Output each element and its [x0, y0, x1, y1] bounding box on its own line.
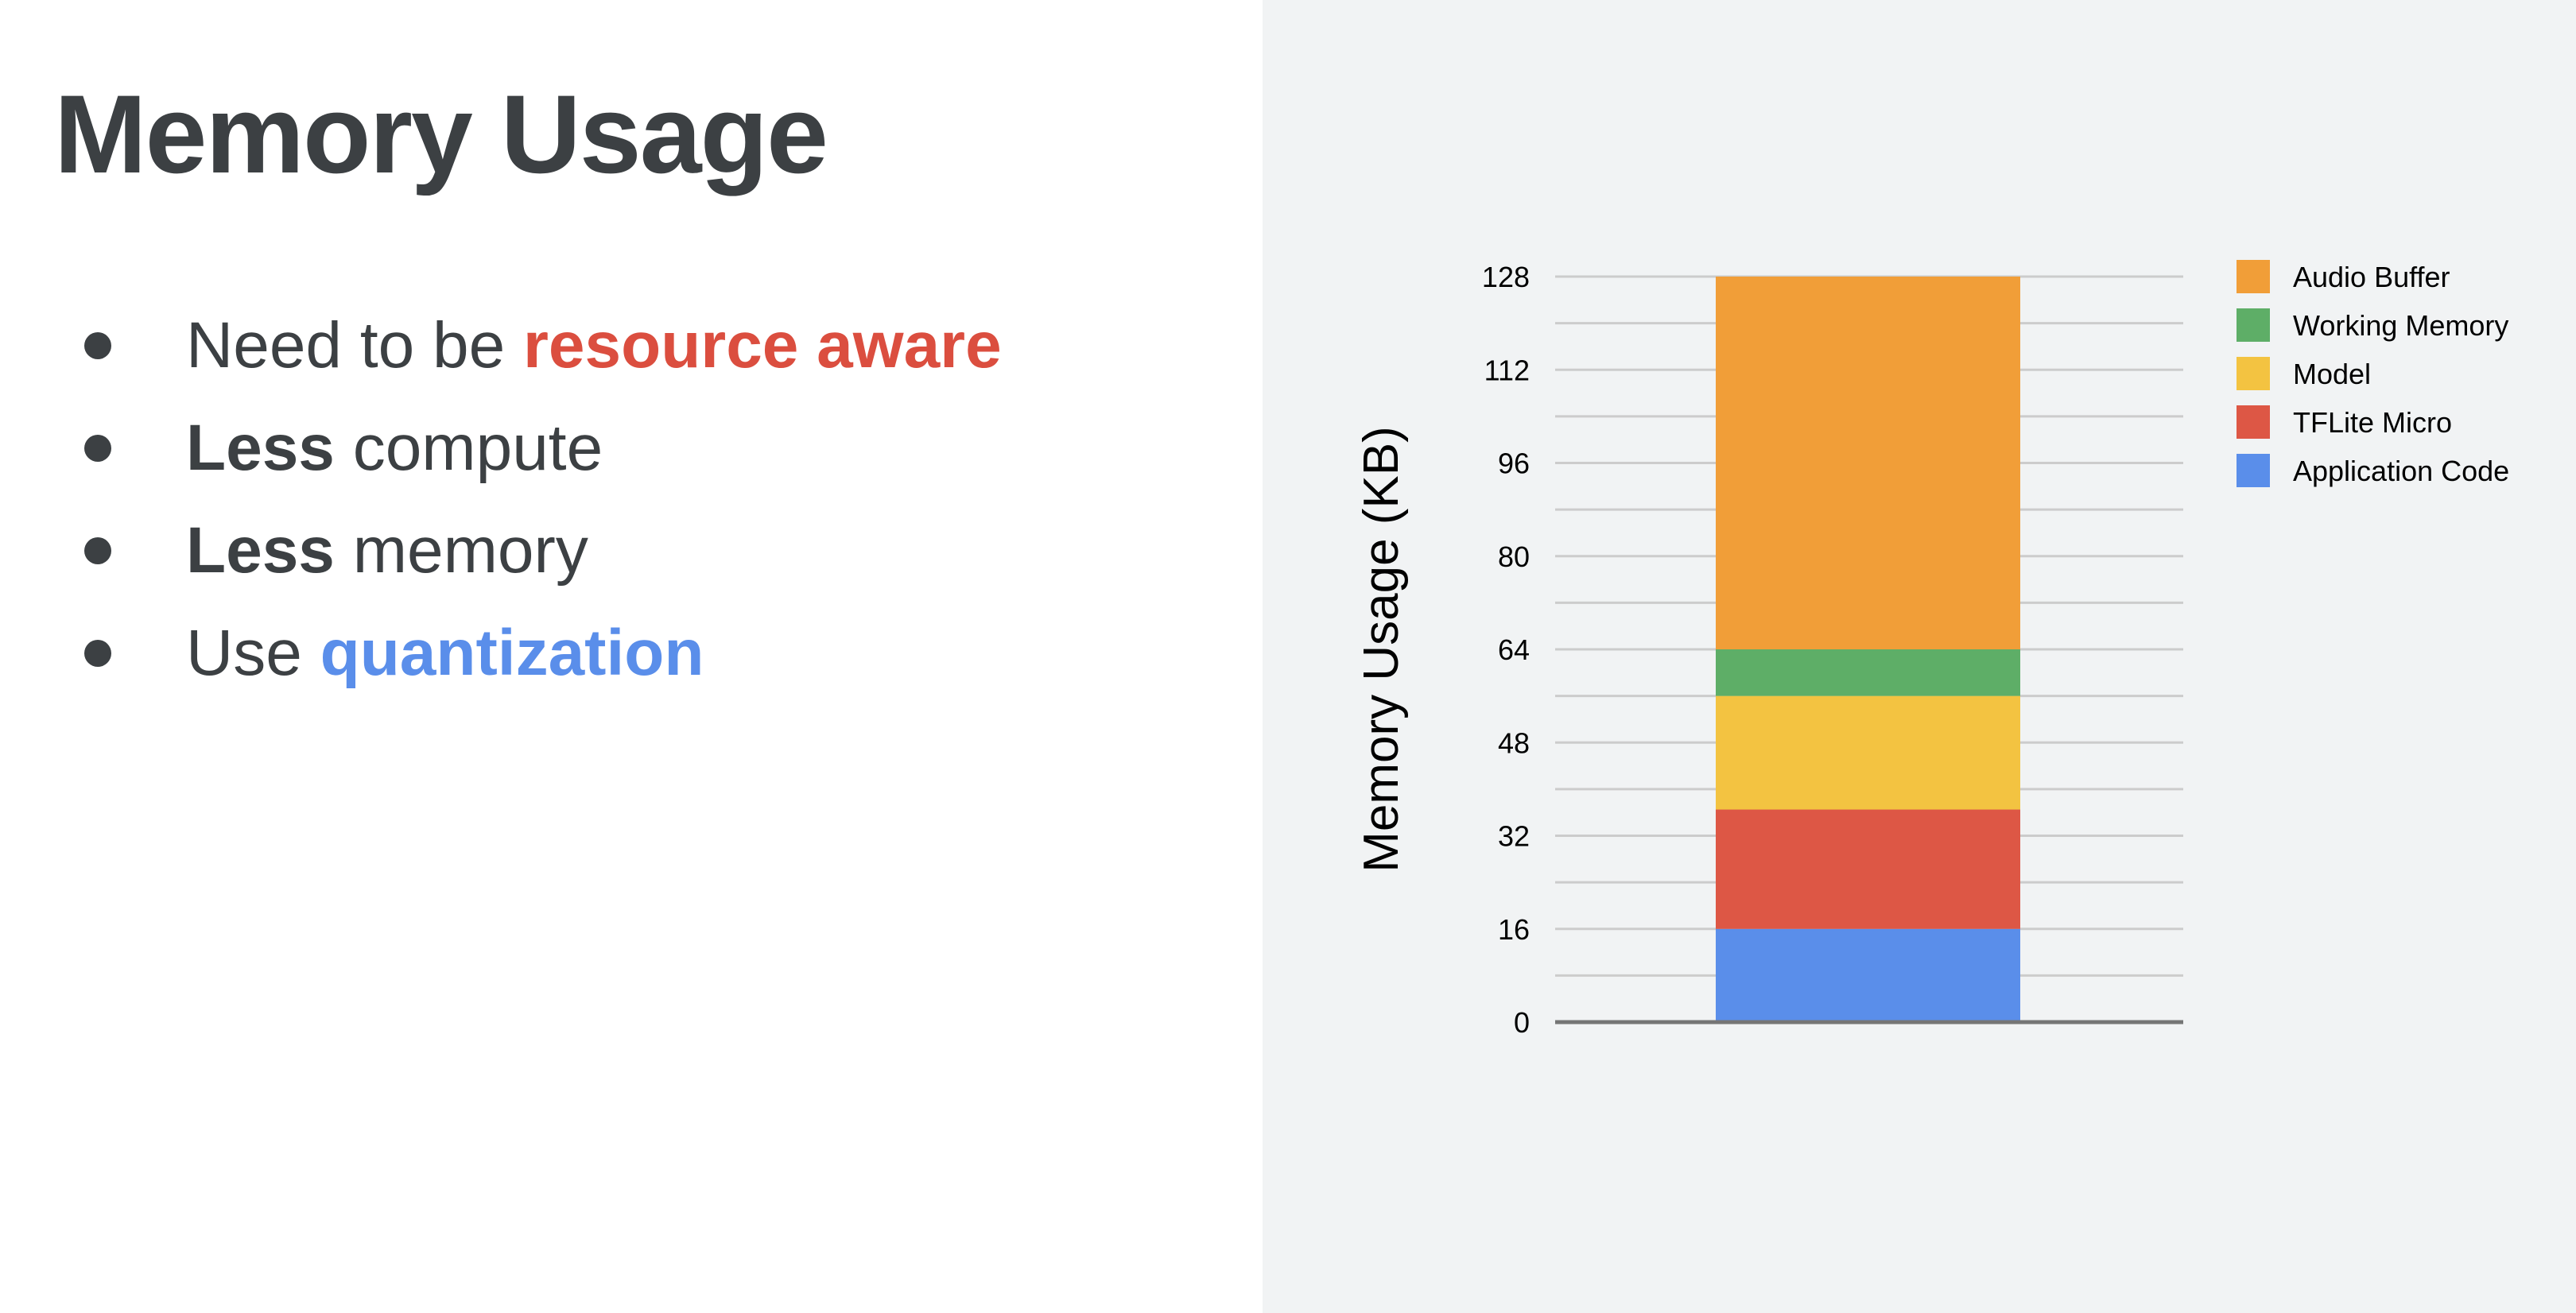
- y-tick-label: 0: [1514, 1006, 1530, 1039]
- bar-segment-audio-buffer: [1716, 277, 2020, 649]
- legend-label: Application Code: [2293, 455, 2509, 487]
- bar-stack: [1716, 277, 2020, 1022]
- y-axis-title: Memory Usage (KB): [1354, 426, 1409, 873]
- bar-segment-working-memory: [1716, 649, 2020, 696]
- bar-segment-tflite-micro: [1716, 809, 2020, 929]
- bar-segment-model: [1716, 695, 2020, 810]
- legend-item: Application Code: [2237, 454, 2509, 487]
- bullet-text: Use quantization: [186, 602, 704, 704]
- page-title: Memory Usage: [54, 72, 828, 196]
- legend-swatch: [2237, 260, 2270, 293]
- bullet-text: Need to be resource aware: [186, 294, 1002, 397]
- legend-item: TFLite Micro: [2237, 405, 2452, 439]
- bullet-text-part: compute: [334, 412, 603, 484]
- bullet-text-part: Less: [186, 412, 335, 484]
- legend-swatch: [2237, 357, 2270, 390]
- legend-item: Audio Buffer: [2237, 260, 2450, 293]
- legend: Audio Buffer Working Memory Model TFLite Mi…: [2237, 260, 2509, 487]
- bullet-text-part: memory: [334, 514, 588, 587]
- bullet-text-part: resource aware: [522, 309, 1002, 382]
- y-tick-label: 96: [1498, 447, 1530, 480]
- legend-label: Audio Buffer: [2293, 261, 2450, 293]
- y-tick-label: 48: [1498, 726, 1530, 759]
- bullet-text-part: Less: [186, 514, 335, 587]
- bar-segment-application-code: [1716, 928, 2020, 1022]
- bullet-text-part: Need to be: [186, 309, 523, 382]
- legend-label: Working Memory: [2293, 309, 2508, 342]
- text-panel: Memory Usage Need to be resource aware Le…: [0, 0, 1263, 1313]
- bullet-dot-icon: [84, 434, 111, 462]
- y-tick-label: 80: [1498, 540, 1530, 573]
- legend-label: TFLite Micro: [2293, 406, 2452, 439]
- legend-item: Working Memory: [2237, 308, 2508, 342]
- y-tick-label: 32: [1498, 820, 1530, 853]
- bullet-dot-icon: [84, 331, 111, 359]
- bullet-text: Less compute: [186, 397, 603, 499]
- bullet-text-part: Use: [186, 617, 320, 689]
- bullet-dot-icon: [84, 639, 111, 667]
- y-tick-label: 112: [1484, 354, 1530, 386]
- legend-swatch: [2237, 405, 2270, 439]
- legend-swatch: [2237, 308, 2270, 342]
- bullet-text-part: quantization: [320, 617, 704, 689]
- legend-label: Model: [2293, 358, 2371, 390]
- bullet-text: Less memory: [186, 499, 588, 602]
- y-tick-label: 64: [1498, 633, 1530, 666]
- legend-item: Model: [2237, 357, 2371, 390]
- legend-swatch: [2237, 454, 2270, 487]
- stacked-bar-chart: 0 16 32 48 64 80 96 112 128 Memory Usage (KB) Au…: [1354, 260, 2509, 1039]
- bullet-dot-icon: [84, 536, 111, 564]
- y-tick-label: 16: [1498, 913, 1530, 946]
- y-tick-label: 128: [1482, 261, 1530, 293]
- y-axis-tick-labels: 0 16 32 48 64 80 96 112 128: [1482, 261, 1530, 1039]
